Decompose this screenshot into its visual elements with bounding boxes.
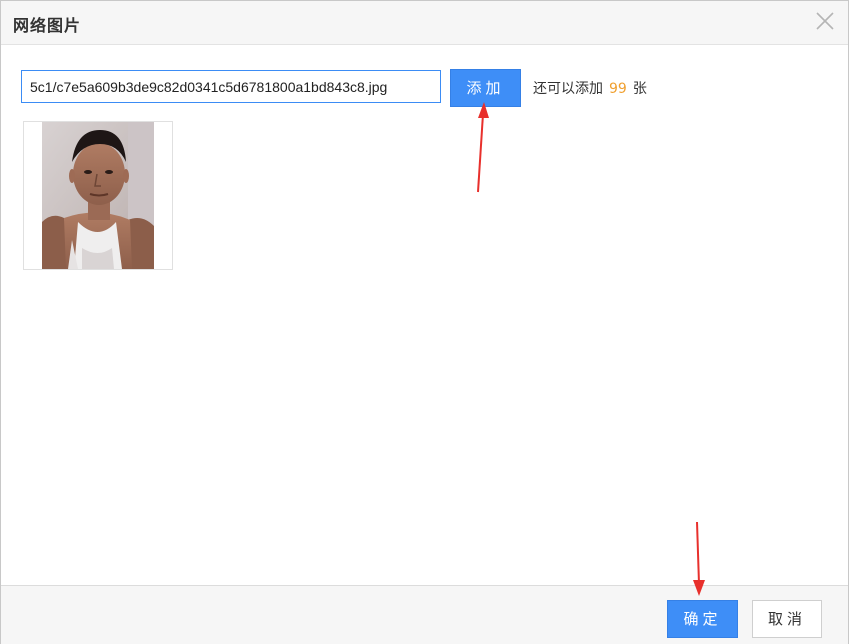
photo-of-person (42, 122, 154, 269)
cancel-button[interactable]: 取消 (752, 600, 822, 638)
dialog-body: 添加 还可以添加 99 张 (1, 45, 848, 585)
remaining-count-text: 还可以添加 99 张 (533, 78, 647, 98)
remaining-count: 99 (609, 81, 627, 97)
remaining-prefix: 还可以添加 (533, 81, 603, 97)
dialog-title: 网络图片 (13, 16, 82, 35)
dialog-footer: 确定 取消 (1, 585, 848, 644)
close-icon[interactable] (814, 10, 836, 32)
confirm-button[interactable]: 确定 (667, 600, 738, 638)
image-thumbnail[interactable] (23, 121, 173, 270)
dialog-header: 网络图片 (1, 1, 848, 45)
add-button[interactable]: 添加 (450, 69, 521, 107)
image-url-input[interactable] (21, 70, 441, 103)
remaining-suffix: 张 (632, 81, 647, 97)
network-image-dialog: 网络图片 添加 还可以添加 99 张 (0, 0, 849, 644)
